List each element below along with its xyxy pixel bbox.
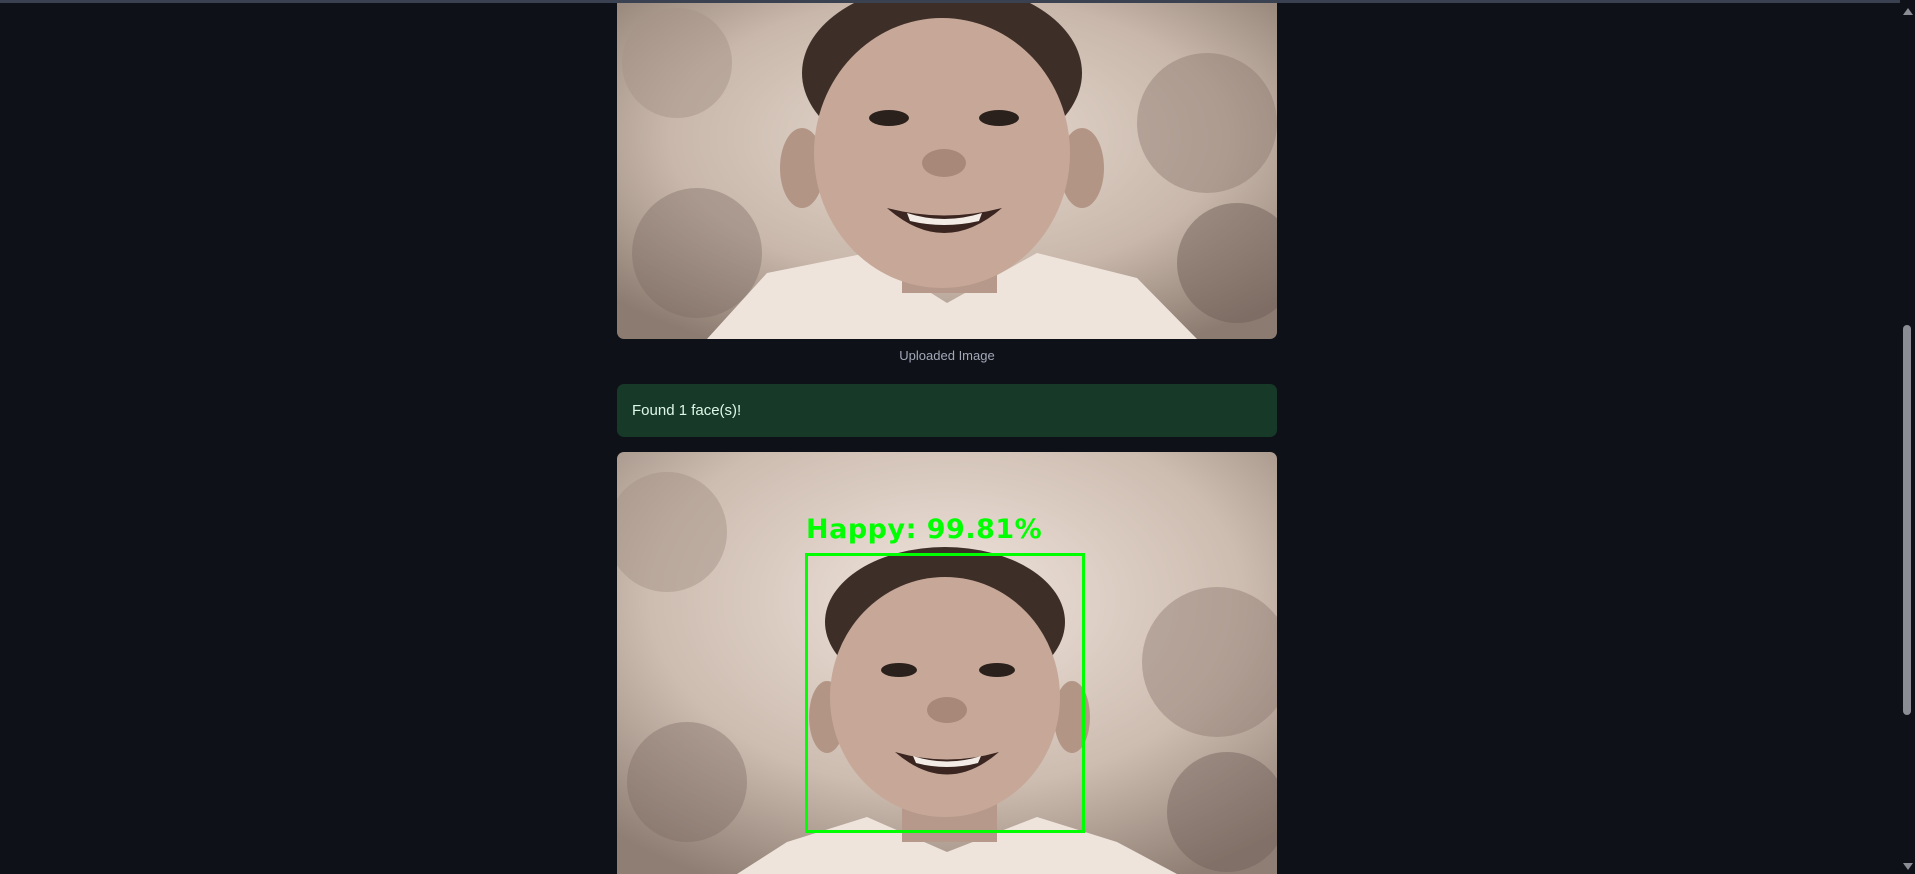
scroll-down-icon[interactable] xyxy=(1903,863,1913,870)
uploaded-photo-illustration xyxy=(617,3,1277,339)
main-content: Uploaded Image Found 1 face(s)! Happy: 9… xyxy=(617,0,1277,874)
alert-text: Found 1 face(s)! xyxy=(632,402,742,419)
page-scrollbar[interactable] xyxy=(1900,0,1915,874)
scroll-up-icon[interactable] xyxy=(1903,8,1913,15)
scroll-thumb[interactable] xyxy=(1903,325,1911,715)
emotion-label: Happy: 99.81% xyxy=(806,514,1043,545)
success-alert: Found 1 face(s)! xyxy=(617,384,1277,437)
face-bounding-box xyxy=(805,553,1085,833)
uploaded-image xyxy=(617,3,1277,339)
result-image: Happy: 99.81% xyxy=(617,452,1277,874)
uploaded-image-caption: Uploaded Image xyxy=(899,348,995,363)
